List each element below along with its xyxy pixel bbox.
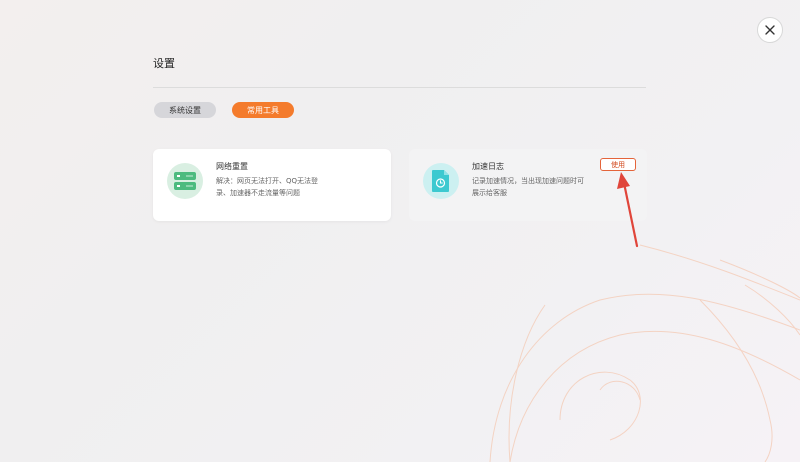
speed-log-icon-wrap [423,163,459,199]
network-reset-icon-wrap [167,163,203,199]
tool-description: 记录加速情况，当出现加速问题时可展示给客服 [472,177,584,197]
server-icon [174,172,196,190]
tool-title: 加速日志 [472,162,504,171]
use-button[interactable]: 使用 [600,158,636,171]
tool-card-network-reset[interactable]: 网络重置 解决：网页无法打开、QQ无法登录、加速器不走流量等问题 [153,149,391,221]
tool-description: 解决：网页无法打开、QQ无法登录、加速器不走流量等问题 [216,177,319,197]
tab-common-tools[interactable]: 常用工具 [232,102,294,118]
document-clock-icon [432,170,449,192]
title-divider [153,87,646,88]
background-swirl-pattern [489,244,800,462]
close-button[interactable] [757,17,783,43]
annotation-arrow [617,172,639,248]
tool-card-speed-log: 加速日志 记录加速情况，当出现加速问题时可展示给客服 使用 [409,149,647,221]
page-title: 设置 [153,57,175,70]
close-icon [765,25,775,35]
tool-title: 网络重置 [216,162,248,171]
tab-system-settings[interactable]: 系统设置 [154,102,216,118]
